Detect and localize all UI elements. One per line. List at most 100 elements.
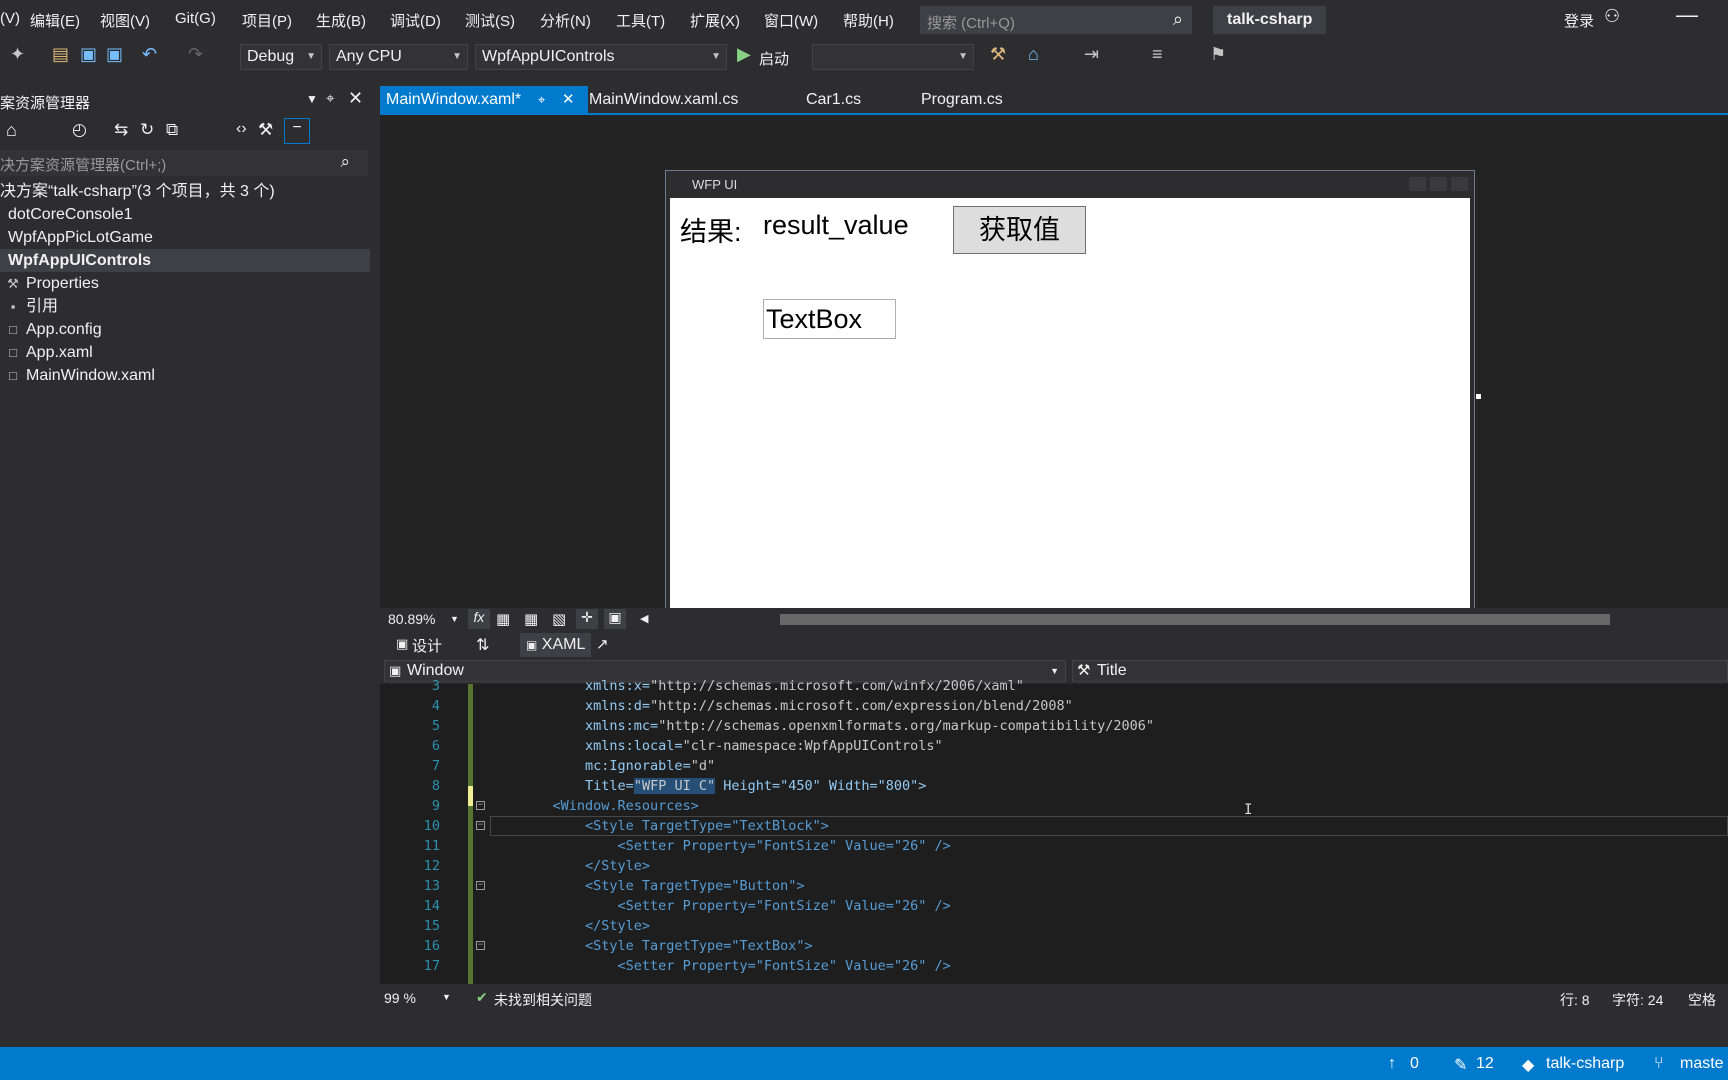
solution-explorer-search[interactable]: 决方案资源管理器(Ctrl+;) ⌕: [0, 150, 368, 176]
undo-icon[interactable]: ↶: [142, 44, 157, 65]
tab-mainwindow-xaml-cs[interactable]: MainWindow.xaml.cs: [583, 86, 779, 114]
preview-icon[interactable]: −: [284, 118, 310, 144]
pin-icon[interactable]: ⌖: [538, 86, 545, 114]
config-dropdown[interactable]: Debug ▼: [240, 44, 322, 70]
start-button[interactable]: 启动: [759, 48, 789, 69]
xaml-code-editor[interactable]: 3 xmlns:x="http://schemas.microsoft.com/…: [380, 678, 1728, 984]
code-line[interactable]: 13 − <Style TargetType="Button">: [380, 876, 1728, 896]
login-link[interactable]: 登录: [1564, 10, 1594, 31]
wrench-icon[interactable]: ⚒: [258, 120, 273, 140]
play-icon[interactable]: ▶: [737, 44, 751, 65]
code-line[interactable]: 4 xmlns:d="http://schemas.microsoft.com/…: [380, 696, 1728, 716]
code-line[interactable]: 5 xmlns:mc="http://schemas.openxmlformat…: [380, 716, 1728, 736]
tree-item-app-config[interactable]: □ App.config: [0, 318, 370, 341]
menu-analyze[interactable]: 分析(N): [540, 10, 591, 31]
tree-solution[interactable]: 决方案“talk-csharp”(3 个项目，共 3 个): [0, 180, 370, 203]
result-label[interactable]: 结果:: [680, 210, 742, 249]
collapse-icon[interactable]: −: [476, 941, 485, 950]
find-icon[interactable]: ⚒: [990, 44, 1006, 65]
chevron-down-icon[interactable]: ▼: [442, 992, 451, 1002]
tree-project-wpfappuicontrols[interactable]: WpfAppUIControls: [0, 249, 370, 272]
menu-tools[interactable]: 工具(T): [616, 10, 665, 31]
pin-icon[interactable]: ⌖: [326, 90, 334, 107]
popout-icon[interactable]: ↗: [596, 635, 609, 653]
indent-icon[interactable]: ⇥: [1084, 44, 1099, 65]
editor-zoom[interactable]: 99 %: [384, 990, 416, 1006]
code-line[interactable]: 10 − <Style TargetType="TextBlock">: [380, 816, 1728, 836]
search-box[interactable]: 搜索 (Ctrl+Q) ⌕: [920, 6, 1192, 34]
tab-program-cs[interactable]: Program.cs: [915, 86, 1041, 114]
close-icon[interactable]: ✕: [562, 86, 575, 114]
get-value-button[interactable]: 获取值: [953, 206, 1086, 254]
collapse-all-icon[interactable]: ⧉: [166, 120, 178, 140]
menu-edit[interactable]: 编辑(E): [30, 10, 80, 31]
unpushed-count[interactable]: 0: [1410, 1055, 1419, 1073]
minimize-button[interactable]: —: [1676, 2, 1698, 28]
tab-mainwindow-xaml[interactable]: MainWindow.xaml* ⌖ ✕: [380, 86, 588, 114]
open-folder-icon[interactable]: ▤: [52, 44, 69, 65]
save-icon[interactable]: ▣: [80, 44, 97, 65]
artboard-icon[interactable]: ▧: [552, 610, 566, 628]
tree-project-dotcoreconsole1[interactable]: dotCoreConsole1: [0, 203, 370, 226]
comment-icon[interactable]: ≡: [1152, 44, 1163, 65]
issues-status[interactable]: 未找到相关问题: [494, 990, 592, 1010]
home-icon[interactable]: ⌂: [6, 120, 17, 141]
device-icon[interactable]: ▣: [604, 609, 626, 629]
tree-item-references[interactable]: ▪ 引用: [0, 295, 370, 318]
textbox-control[interactable]: TextBox: [763, 299, 896, 339]
snap-grid-icon[interactable]: ▦: [524, 610, 538, 628]
scrollbar-thumb[interactable]: [780, 614, 1610, 625]
menu-extensions[interactable]: 扩展(X): [690, 10, 740, 31]
tree-item-mainwindow-xaml[interactable]: □ MainWindow.xaml: [0, 364, 370, 387]
menu-view[interactable]: 视图(V): [100, 10, 150, 31]
code-line[interactable]: 17 <Setter Property="FontSize" Value="26…: [380, 956, 1728, 976]
save-all-icon[interactable]: ▣: [106, 44, 123, 65]
tab-car1-cs[interactable]: Car1.cs: [800, 86, 906, 114]
designer-zoom[interactable]: 80.89%: [388, 611, 435, 627]
menu-git[interactable]: Git(G): [175, 10, 216, 27]
tab-xaml[interactable]: ▣ XAML: [520, 633, 592, 657]
menu-help[interactable]: 帮助(H): [843, 10, 894, 31]
sync-icon[interactable]: ⇆: [114, 120, 128, 140]
grid-icon[interactable]: ▦: [496, 610, 510, 628]
collapse-icon[interactable]: −: [476, 801, 485, 810]
menu-file[interactable]: (V): [0, 10, 20, 27]
branch-name[interactable]: maste: [1680, 1055, 1724, 1073]
menu-project[interactable]: 项目(P): [242, 10, 292, 31]
fx-icon[interactable]: fx: [468, 609, 490, 629]
collapse-icon[interactable]: −: [476, 821, 485, 830]
startup-project-dropdown[interactable]: WpfAppUIControls ▼: [475, 44, 727, 70]
redo-icon[interactable]: ↷: [188, 44, 203, 65]
menu-window[interactable]: 窗口(W): [764, 10, 818, 31]
swap-panes-icon[interactable]: ⇅: [476, 635, 489, 655]
code-line[interactable]: 14 <Setter Property="FontSize" Value="26…: [380, 896, 1728, 916]
code-line[interactable]: 11 <Setter Property="FontSize" Value="26…: [380, 836, 1728, 856]
scroll-left-icon[interactable]: ◀: [640, 612, 648, 625]
history-icon[interactable]: ◴: [72, 120, 87, 140]
collapse-icon[interactable]: −: [476, 881, 485, 890]
target-dropdown[interactable]: ▼: [812, 44, 974, 70]
code-line[interactable]: 12 </Style>: [380, 856, 1728, 876]
close-icon[interactable]: ✕: [348, 88, 363, 109]
code-icon[interactable]: ‹›: [236, 120, 247, 138]
result-value-text[interactable]: result_value: [763, 210, 909, 241]
wpf-window-preview[interactable]: WFP UI 结果: result_value 获取值 TextBox: [665, 170, 1475, 610]
repository-name[interactable]: talk-csharp: [1546, 1055, 1624, 1073]
dropdown-icon[interactable]: ▼: [306, 92, 318, 106]
home-icon[interactable]: ⌂: [1028, 44, 1039, 65]
code-line[interactable]: 8 Title="WFP UI C" Height="450" Width="8…: [380, 776, 1728, 796]
code-line[interactable]: 6 xmlns:local="clr-namespace:WpfAppUICon…: [380, 736, 1728, 756]
horizontal-scrollbar[interactable]: [780, 614, 1610, 626]
code-line[interactable]: 9 − <Window.Resources>: [380, 796, 1728, 816]
bookmark-icon[interactable]: ⚑: [1210, 44, 1226, 65]
code-line[interactable]: 7 mc:Ignorable="d": [380, 756, 1728, 776]
new-item-icon[interactable]: ✦: [10, 44, 25, 65]
refresh-icon[interactable]: ↻: [140, 120, 154, 140]
menu-test[interactable]: 测试(S): [465, 10, 515, 31]
user-icon[interactable]: ⚇: [1604, 6, 1620, 27]
menu-debug[interactable]: 调试(D): [390, 10, 441, 31]
snap-lines-icon[interactable]: ✛: [576, 609, 598, 629]
tree-item-app-xaml[interactable]: □ App.xaml: [0, 341, 370, 364]
chevron-down-icon[interactable]: ▼: [450, 614, 459, 624]
tab-design[interactable]: 设计: [412, 635, 442, 656]
